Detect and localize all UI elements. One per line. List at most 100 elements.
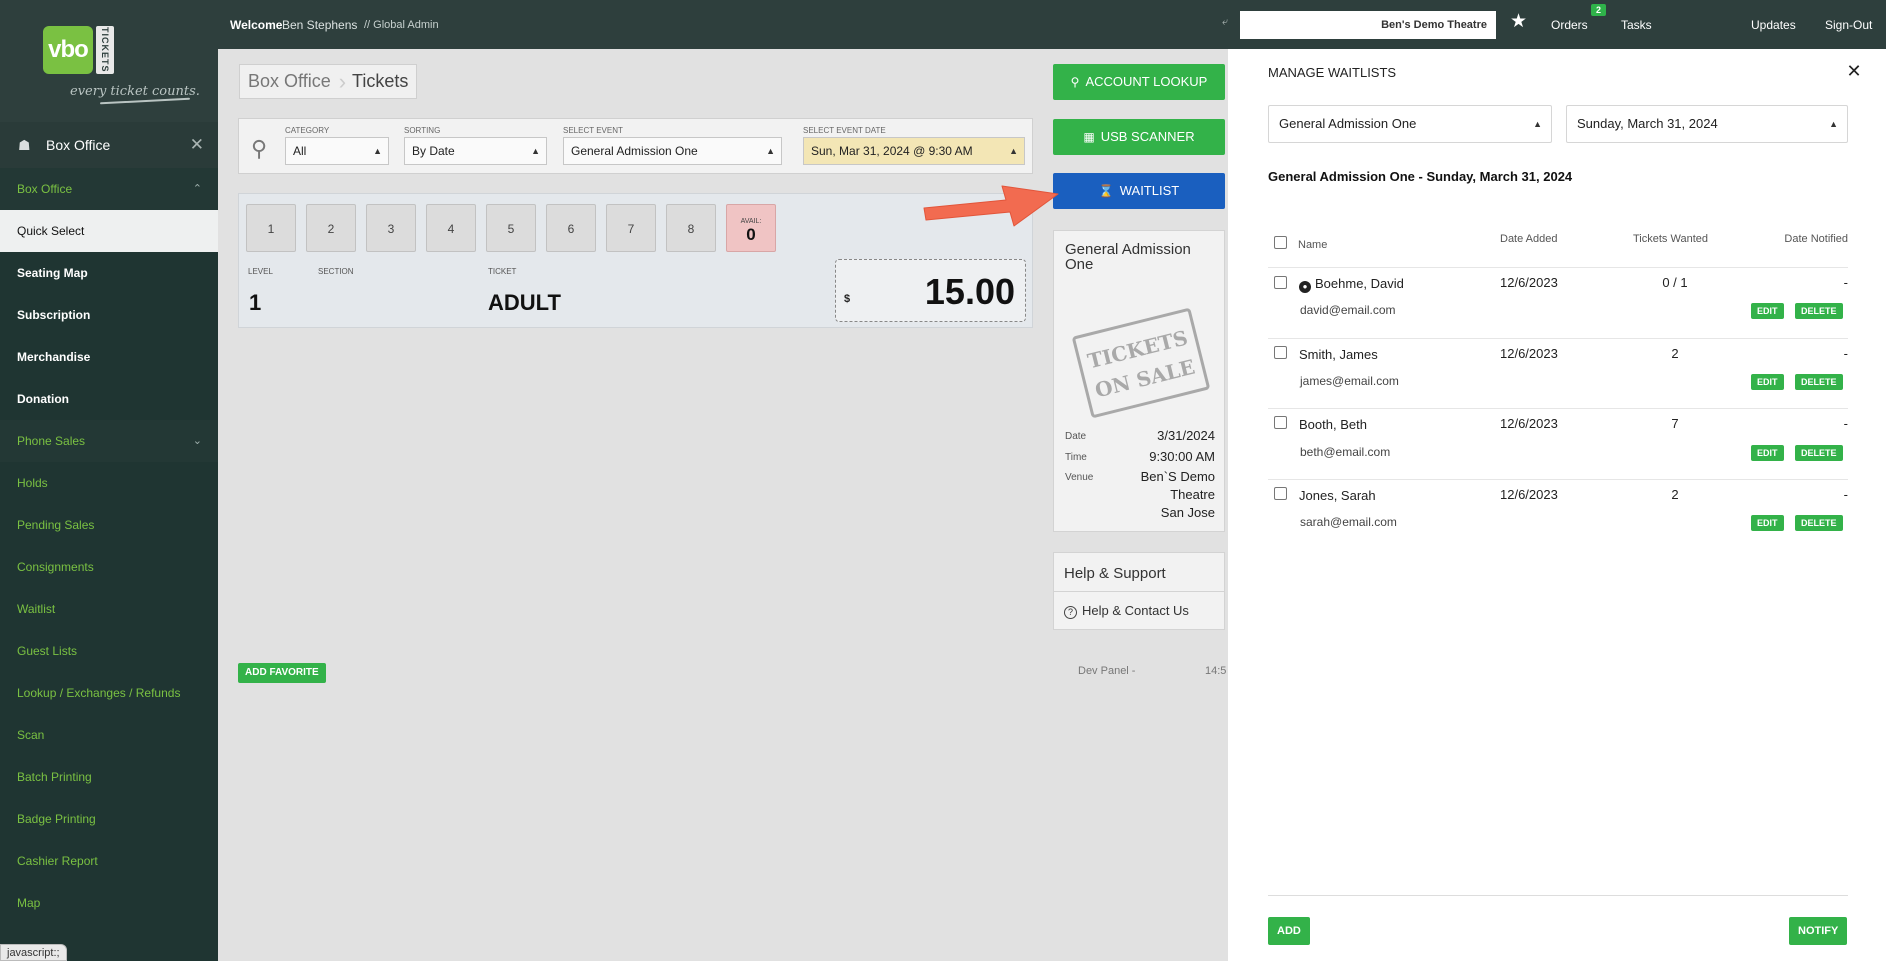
row-checkbox[interactable] bbox=[1274, 416, 1287, 429]
level-label: LEVEL bbox=[248, 267, 273, 276]
quantity-button-7[interactable]: 7 bbox=[606, 204, 656, 252]
price-box[interactable]: $ 15.00 bbox=[835, 259, 1026, 322]
currency-symbol: $ bbox=[844, 293, 851, 305]
waitlist-name[interactable]: Jones, Sarah bbox=[1299, 488, 1376, 503]
search-icon: ⚲ bbox=[1070, 75, 1080, 89]
sidebar: vbo TICKETS every ticket counts. ☗ Box O… bbox=[0, 0, 218, 961]
edit-button[interactable]: EDIT bbox=[1751, 445, 1784, 461]
search-icon[interactable]: ⚲ bbox=[251, 138, 273, 160]
waitlist-date-select[interactable]: Sunday, March 31, 2024 ▲ bbox=[1566, 105, 1848, 143]
question-circle-icon: ? bbox=[1064, 606, 1077, 619]
delete-button[interactable]: DELETE bbox=[1795, 445, 1843, 461]
quantity-button-8[interactable]: 8 bbox=[666, 204, 716, 252]
column-header-tickets-wanted[interactable]: Tickets Wanted bbox=[1633, 233, 1708, 245]
account-lookup-button[interactable]: ⚲ ACCOUNT LOOKUP bbox=[1053, 64, 1225, 100]
event-date-select[interactable]: Sun, Mar 31, 2024 @ 9:30 AM ▲ bbox=[803, 137, 1025, 165]
help-card: Help & Support ? Help & Contact Us bbox=[1053, 552, 1225, 630]
sidebar-item-phone-sales[interactable]: Phone Sales ⌄ bbox=[0, 420, 218, 462]
select-arrows-icon: ▲ bbox=[1533, 119, 1542, 129]
sign-out-link[interactable]: Sign-Out bbox=[1825, 18, 1872, 32]
event-select[interactable]: General Admission One ▲ bbox=[563, 137, 782, 165]
ticket-panel: 1 2 3 4 5 6 7 8 AVAIL: 0 LEVEL SECTION T… bbox=[238, 193, 1033, 328]
row-checkbox[interactable] bbox=[1274, 487, 1287, 500]
sidebar-close-icon[interactable]: ✕ bbox=[190, 136, 204, 153]
column-header-date-added[interactable]: Date Added bbox=[1500, 233, 1558, 245]
sidebar-item-holds[interactable]: Holds bbox=[0, 462, 218, 504]
quantity-button-3[interactable]: 3 bbox=[366, 204, 416, 252]
avail-label: AVAIL: bbox=[740, 218, 762, 225]
sorting-label: SORTING bbox=[404, 126, 441, 135]
sidebar-item-badge-printing[interactable]: Badge Printing bbox=[0, 798, 218, 840]
event-date-meta-value: 3/31/2024 bbox=[1157, 428, 1215, 443]
user-circle-icon: ● bbox=[1299, 281, 1311, 293]
orders-link[interactable]: Orders bbox=[1551, 18, 1588, 32]
theatre-selector[interactable]: Ben's Demo Theatre bbox=[1240, 11, 1496, 39]
row-divider bbox=[1268, 408, 1848, 409]
category-select[interactable]: All ▲ bbox=[285, 137, 389, 165]
sidebar-header-title: Box Office bbox=[46, 137, 111, 153]
sidebar-item-map[interactable]: Map bbox=[0, 882, 218, 924]
waitlist-name[interactable]: Smith, James bbox=[1299, 347, 1378, 362]
select-all-checkbox[interactable] bbox=[1274, 236, 1287, 249]
sidebar-item-subscription[interactable]: Subscription bbox=[0, 294, 218, 336]
vbo-logo[interactable]: vbo bbox=[43, 26, 93, 74]
quantity-button-1[interactable]: 1 bbox=[246, 204, 296, 252]
sidebar-item-consignments[interactable]: Consignments bbox=[0, 546, 218, 588]
sidebar-item-lookup-exchanges-refunds[interactable]: Lookup / Exchanges / Refunds bbox=[0, 672, 218, 714]
sidebar-item-box-office[interactable]: Box Office ⌃ bbox=[0, 168, 218, 210]
waitlist-button[interactable]: ⌛ WAITLIST bbox=[1053, 173, 1225, 209]
add-waitlist-button[interactable]: ADD bbox=[1268, 917, 1310, 945]
waitlist-date-added: 12/6/2023 bbox=[1500, 275, 1558, 290]
sidebar-item-cashier-report[interactable]: Cashier Report bbox=[0, 840, 218, 882]
edit-button[interactable]: EDIT bbox=[1751, 303, 1784, 319]
column-header-name[interactable]: Name bbox=[1298, 239, 1327, 251]
sidebar-item-pending-sales[interactable]: Pending Sales bbox=[0, 504, 218, 546]
category-label: CATEGORY bbox=[285, 126, 330, 135]
delete-button[interactable]: DELETE bbox=[1795, 374, 1843, 390]
edit-button[interactable]: EDIT bbox=[1751, 515, 1784, 531]
updates-link[interactable]: Updates bbox=[1751, 18, 1796, 32]
quantity-button-2[interactable]: 2 bbox=[306, 204, 356, 252]
column-header-date-notified[interactable]: Date Notified bbox=[1778, 233, 1848, 245]
edit-button[interactable]: EDIT bbox=[1751, 374, 1784, 390]
breadcrumb-box-office[interactable]: Box Office bbox=[240, 71, 339, 92]
tasks-link[interactable]: Tasks bbox=[1621, 18, 1652, 32]
quantity-button-5[interactable]: 5 bbox=[486, 204, 536, 252]
sidebar-item-guest-lists[interactable]: Guest Lists bbox=[0, 630, 218, 672]
row-checkbox[interactable] bbox=[1274, 276, 1287, 289]
welcome-label: Welcome bbox=[230, 18, 283, 32]
sidebar-item-label: Merchandise bbox=[17, 350, 91, 364]
category-value: All bbox=[293, 144, 307, 158]
sorting-select[interactable]: By Date ▲ bbox=[404, 137, 547, 165]
quantity-button-4[interactable]: 4 bbox=[426, 204, 476, 252]
close-icon[interactable]: ✕ bbox=[1845, 62, 1863, 80]
sidebar-item-scan[interactable]: Scan bbox=[0, 714, 218, 756]
ticket-label: TICKET bbox=[488, 267, 517, 276]
usb-scanner-button[interactable]: ▦ USB SCANNER bbox=[1053, 119, 1225, 155]
dev-panel-toggle[interactable]: Dev Panel - bbox=[1078, 665, 1135, 677]
delete-button[interactable]: DELETE bbox=[1795, 303, 1843, 319]
sidebar-item-batch-printing[interactable]: Batch Printing bbox=[0, 756, 218, 798]
star-icon[interactable]: ★ bbox=[1510, 12, 1530, 32]
help-contact-link[interactable]: ? Help & Contact Us bbox=[1064, 603, 1189, 619]
waitlist-event-select[interactable]: General Admission One ▲ bbox=[1268, 105, 1552, 143]
sidebar-item-merchandise[interactable]: Merchandise bbox=[0, 336, 218, 378]
quantity-button-6[interactable]: 6 bbox=[546, 204, 596, 252]
username[interactable]: Ben Stephens bbox=[282, 18, 357, 32]
back-icon[interactable]: ⤶ bbox=[1222, 16, 1228, 29]
delete-button[interactable]: DELETE bbox=[1795, 515, 1843, 531]
sidebar-item-waitlist[interactable]: Waitlist bbox=[0, 588, 218, 630]
waitlist-name[interactable]: ● Boehme, David bbox=[1299, 276, 1404, 293]
sidebar-item-label: Badge Printing bbox=[17, 812, 96, 826]
sidebar-item-label: Map bbox=[17, 896, 41, 910]
sidebar-header: ☗ Box Office ✕ bbox=[0, 122, 218, 168]
row-checkbox[interactable] bbox=[1274, 346, 1287, 359]
notify-button[interactable]: NOTIFY bbox=[1789, 917, 1848, 945]
select-arrows-icon: ▲ bbox=[1829, 119, 1838, 129]
sidebar-item-donation[interactable]: Donation bbox=[0, 378, 218, 420]
waitlist-name[interactable]: Booth, Beth bbox=[1299, 417, 1367, 432]
ticket-type[interactable]: ADULT bbox=[488, 290, 561, 316]
add-favorite-button[interactable]: ADD FAVORITE bbox=[238, 663, 326, 683]
sidebar-item-seating-map[interactable]: Seating Map bbox=[0, 252, 218, 294]
sidebar-item-quick-select[interactable]: Quick Select bbox=[0, 210, 218, 252]
